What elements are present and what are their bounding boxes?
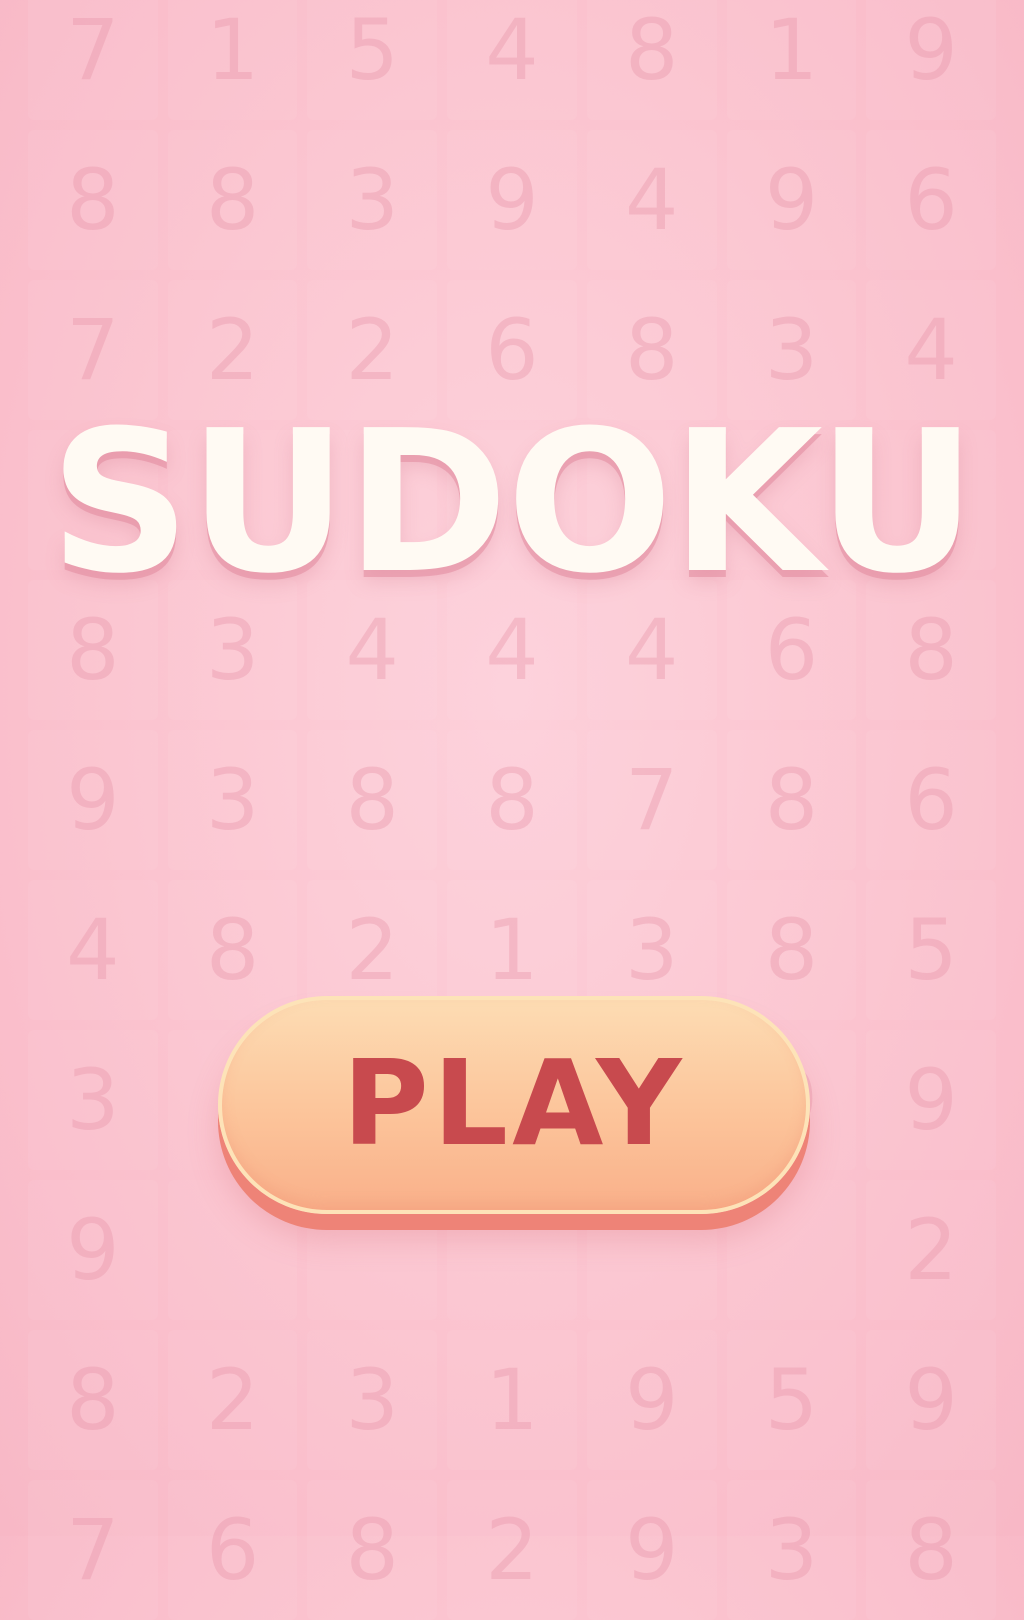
game-title: SUDOKU [49,389,976,617]
background-digit-cell: 9 [28,1180,158,1320]
background-digit-cell: 4 [586,130,717,270]
background-digit-cell: 1 [447,1330,577,1470]
background-digit-cell: 4 [447,0,577,120]
background-digit-cell: 7 [28,0,158,120]
background-digit-cell: 8 [447,730,577,870]
play-button[interactable]: PLAY [218,996,810,1214]
background-digit-cell: 9 [866,0,996,120]
background-digit-cell: 9 [586,1480,717,1620]
background-digit-cell: 8 [726,730,857,870]
background-digit-cell: 2 [447,1480,577,1620]
background-digit-cell: 3 [726,1480,857,1620]
background-digit-cell: 8 [307,1480,438,1620]
background-digit-cell: 2 [866,1180,996,1320]
background-digit-cell: 1 [167,0,298,120]
background-digit-cell: 8 [167,130,298,270]
background-number-grid: 7154819883949672268348344468938878648213… [0,0,1024,1620]
background-digit-cell: 9 [28,730,158,870]
background-digit-cell: 9 [866,1030,996,1170]
background-digit-cell: 9 [447,130,577,270]
background-digit-cell: 3 [307,1330,438,1470]
background-digit-cell: 9 [866,1330,996,1470]
background-digit-cell: 5 [726,1330,857,1470]
background-digit-cell: 5 [307,0,438,120]
background-digit-cell: 8 [28,1330,158,1470]
play-button-label: PLAY [342,1034,686,1172]
background-digit-cell: 8 [28,130,158,270]
background-digit-cell: 8 [866,1480,996,1620]
background-digit-cell: 6 [866,730,996,870]
background-digit-cell: 3 [307,130,438,270]
background-digit-cell: 9 [586,1330,717,1470]
background-digit-cell: 8 [586,0,717,120]
background-digit-cell: 3 [28,1030,158,1170]
background-digit-cell: 1 [726,0,857,120]
background-digit-cell: 6 [866,130,996,270]
background-digit-cell: 4 [28,880,158,1020]
background-digit-cell: 8 [167,880,298,1020]
background-digit-cell: 3 [167,730,298,870]
background-digit-cell: 6 [167,1480,298,1620]
background-digit-cell: 7 [586,730,717,870]
background-digit-cell: 8 [726,880,857,1020]
background-digit-cell: 9 [726,130,857,270]
background-digit-cell: 2 [167,1330,298,1470]
background-digit-cell: 5 [866,880,996,1020]
background-digit-cell: 8 [307,730,438,870]
background-digit-cell: 7 [28,1480,158,1620]
